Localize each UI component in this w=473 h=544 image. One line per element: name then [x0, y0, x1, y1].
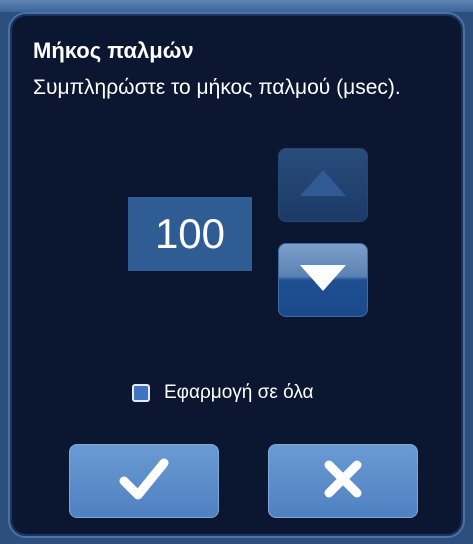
decrease-button[interactable] [278, 243, 368, 317]
dialog-instruction: Συμπληρώστε το μήκος παλμού (μsec). [33, 76, 401, 99]
triangle-up-icon [298, 168, 348, 203]
confirm-button[interactable] [69, 444, 219, 518]
x-icon [323, 459, 363, 504]
window-top-edge [0, 0, 473, 12]
increase-button[interactable] [278, 148, 368, 222]
cancel-button[interactable] [268, 444, 418, 518]
apply-all-label: Εφαρμογή σε όλα [164, 382, 314, 403]
pulse-length-dialog: Μήκος παλμών Συμπληρώστε το μήκος παλμού… [8, 12, 465, 538]
triangle-down-icon [298, 263, 348, 298]
pulse-length-value[interactable]: 100 [128, 197, 252, 271]
apply-all-option[interactable]: Εφαρμογή σε όλα [132, 382, 314, 404]
checkmark-icon [119, 457, 169, 506]
apply-all-checkbox[interactable] [132, 384, 150, 402]
dialog-title: Μήκος παλμών [33, 38, 194, 63]
